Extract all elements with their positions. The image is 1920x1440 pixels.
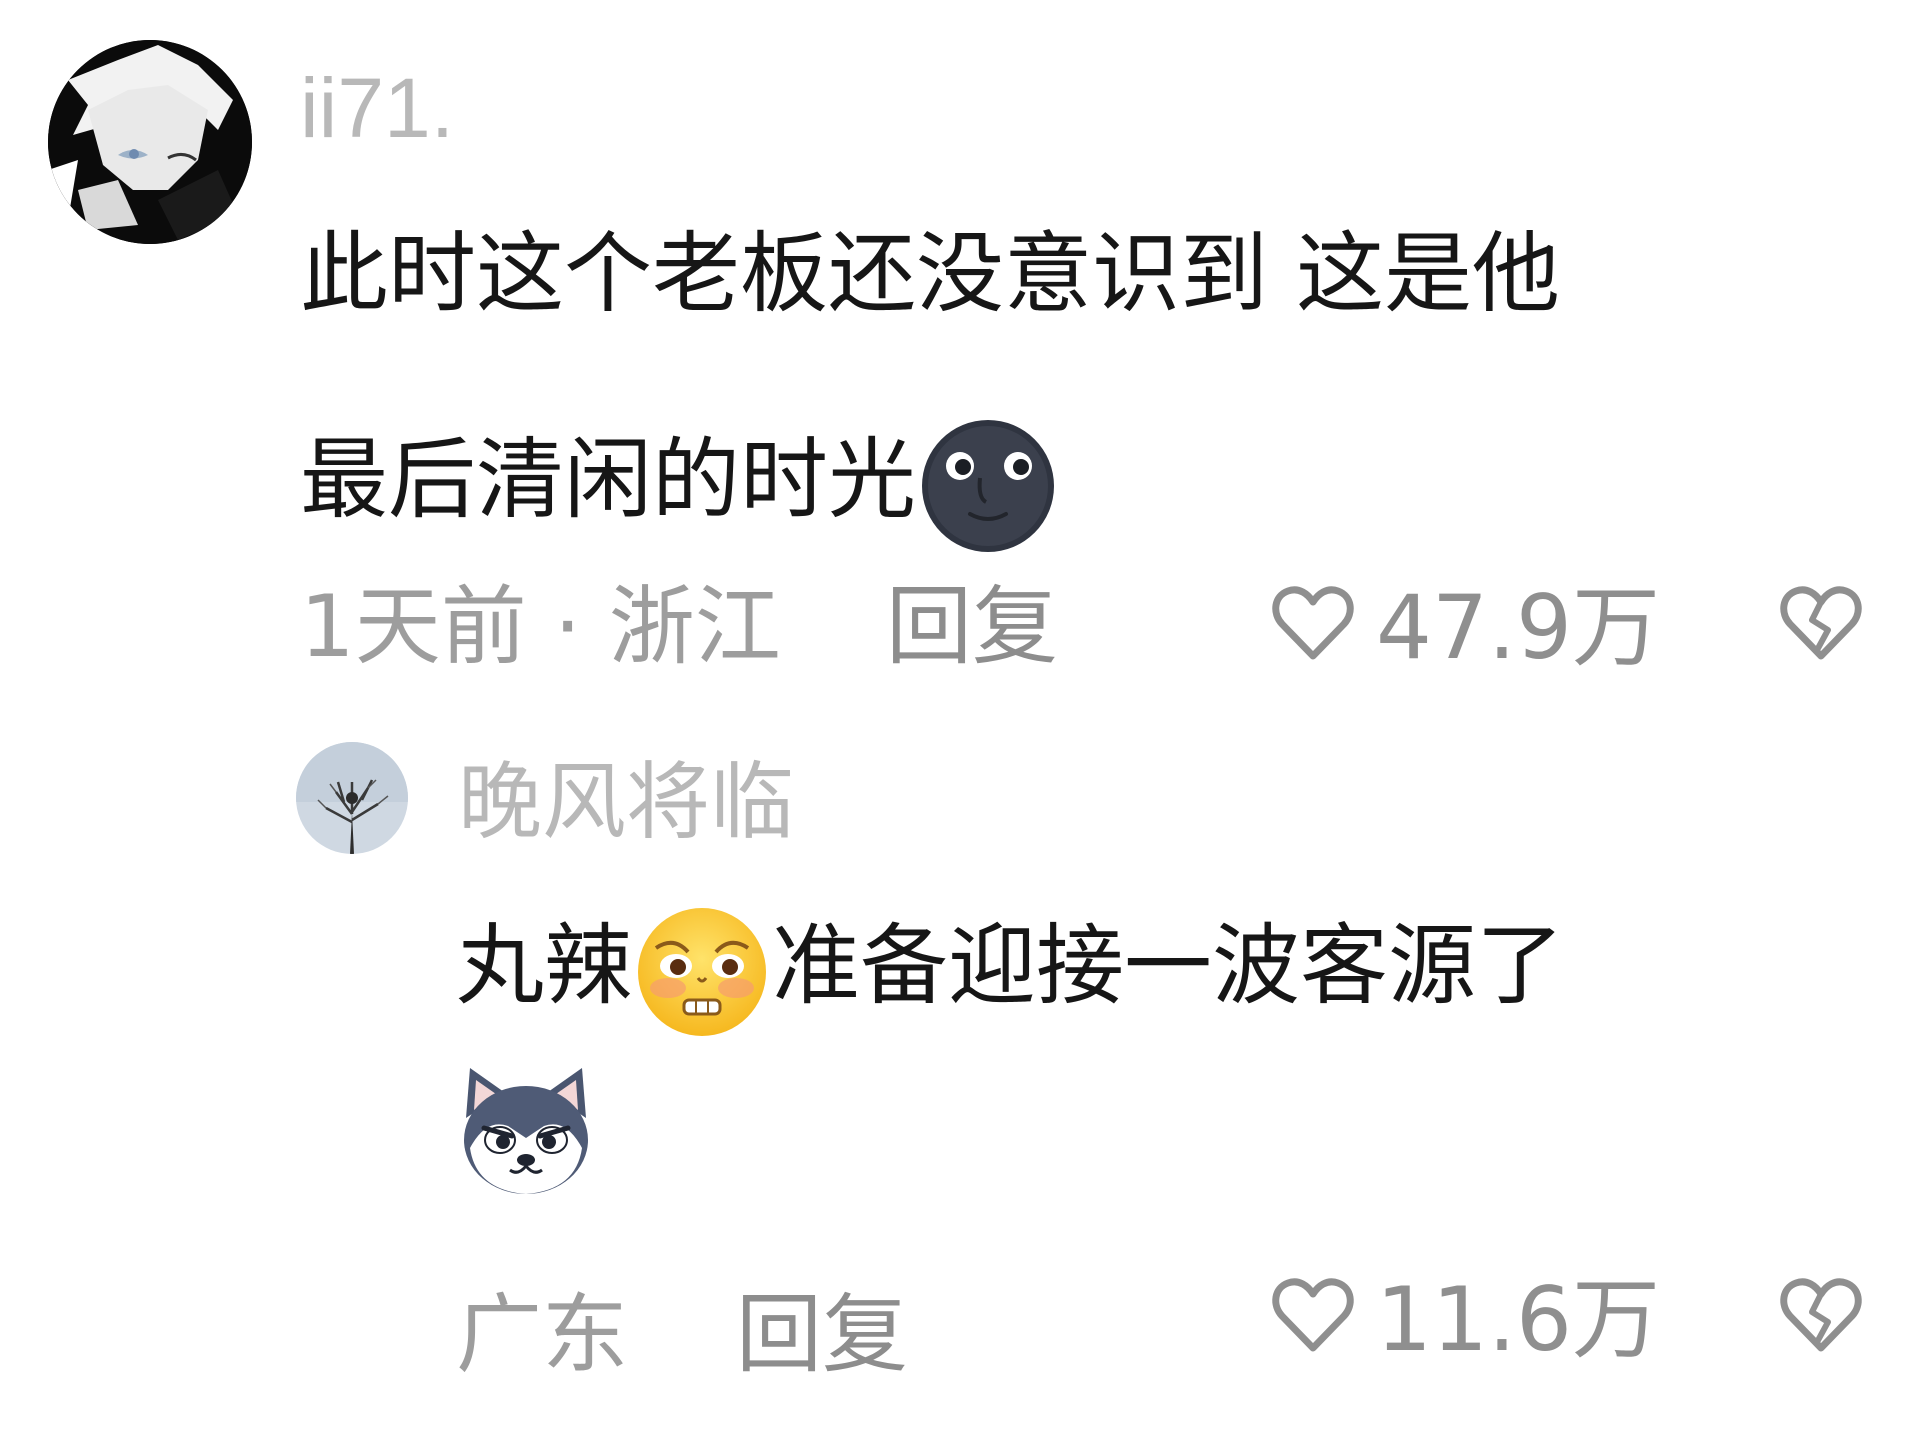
reply-button[interactable]: 回复 [736,1292,908,1378]
comment-item: ii71. 此时这个老板还没意识到 这是他 最后清闲的时光 1天前 · 浙江 回… [0,0,1920,720]
comment-text: 最后清闲的时光 [300,427,917,531]
reply-button[interactable]: 回复 [886,584,1058,670]
broken-heart-icon[interactable] [1776,578,1866,668]
comment-text-line1: 丸辣 准备迎接一波客源了 [456,904,1564,1040]
avatar[interactable] [48,40,252,244]
comment-text: 丸辣 [456,913,633,1017]
like-count: 47.9万 [1376,576,1660,679]
username[interactable]: ii71. [300,66,454,150]
comment-text: 准备迎接一波客源了 [772,913,1565,1017]
like-count: 11.6万 [1376,1268,1660,1371]
pleading-face-icon [634,904,770,1040]
new-moon-face-icon [920,418,1056,554]
username[interactable]: 晚风将临 [458,760,794,844]
reply-item: 晚风将临 丸辣 准备迎接一波客源了 广东 回复 11.6万 [0,720,1920,1440]
comment-text-line2: 最后清闲的时光 [300,418,1056,554]
comment-text-line1: 此时这个老板还没意识到 这是他 [300,222,1560,325]
avatar[interactable] [296,742,408,854]
husky-dog-face-icon [456,1058,596,1202]
comment-location: 广东 [456,1285,628,1385]
heart-outline-icon[interactable] [1268,1270,1358,1360]
broken-heart-icon[interactable] [1776,1270,1866,1360]
comment-time-location: 1天前 · 浙江 [300,577,781,677]
heart-outline-icon[interactable] [1268,578,1358,668]
